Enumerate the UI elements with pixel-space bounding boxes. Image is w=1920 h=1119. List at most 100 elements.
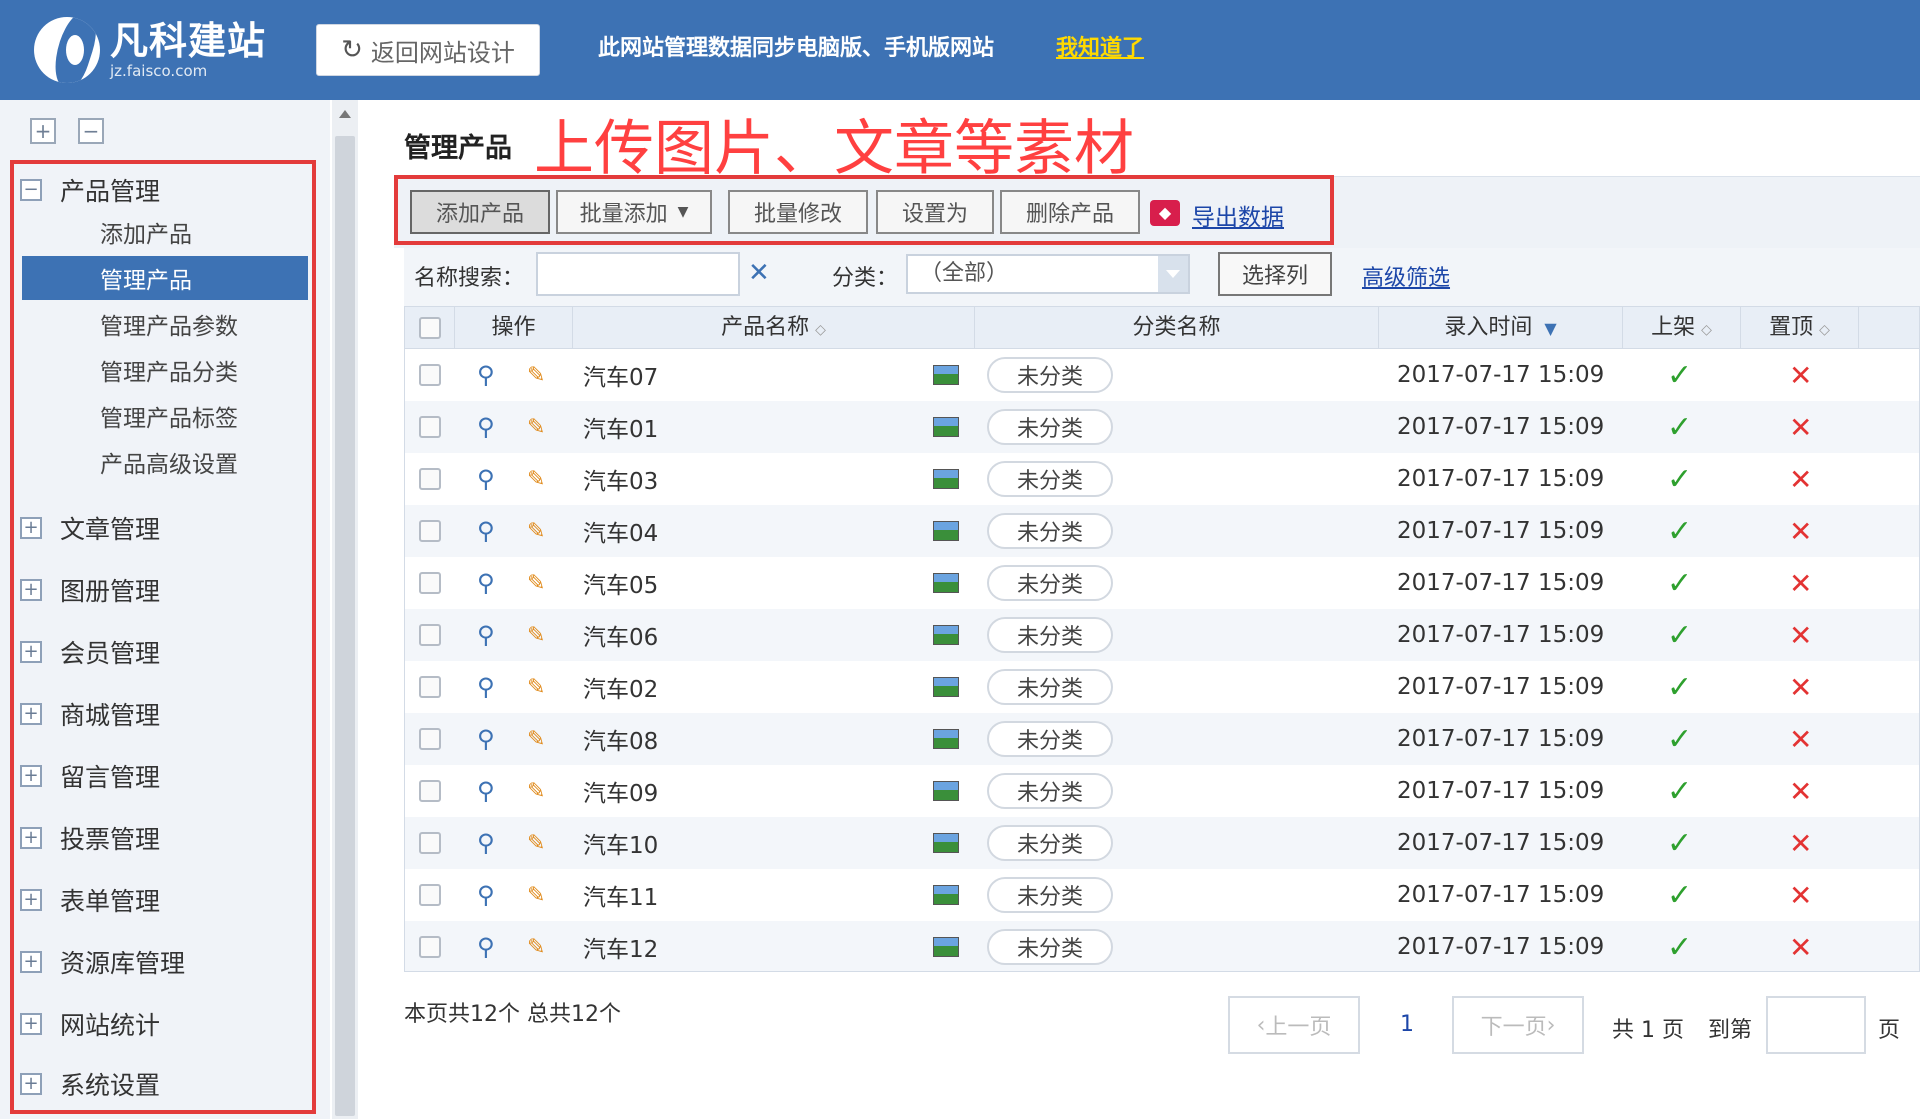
scroll-up-icon[interactable]	[339, 110, 351, 118]
sidebar-group-product[interactable]: − 产品管理	[20, 168, 160, 212]
expand-icon[interactable]: +	[20, 579, 42, 601]
chevron-down-icon[interactable]	[1158, 256, 1188, 292]
edit-icon[interactable]: ✎	[527, 831, 545, 856]
search-icon[interactable]: ⚲	[477, 725, 495, 753]
current-page[interactable]: 1	[1400, 1012, 1414, 1037]
batch-add-button[interactable]: 批量添加 ▼	[556, 190, 712, 234]
sidebar-group-article[interactable]: + 文章管理	[20, 506, 160, 550]
search-icon[interactable]: ⚲	[477, 673, 495, 701]
prev-page-button[interactable]: ‹ 上一页	[1228, 996, 1360, 1054]
sidebar-group-mall[interactable]: + 商城管理	[20, 692, 160, 736]
table-row[interactable]: ⚲ ✎ 汽车01 未分类 2017-07-17 15:09 ✓ ✕	[405, 401, 1919, 453]
header-time[interactable]: 录入时间 ▼	[1379, 307, 1623, 349]
row-checkbox[interactable]	[419, 780, 441, 802]
search-icon[interactable]: ⚲	[477, 413, 495, 441]
header-product-name[interactable]: 产品名称 ◇	[573, 307, 975, 349]
cross-icon[interactable]: ✕	[1789, 671, 1812, 704]
search-icon[interactable]: ⚲	[477, 465, 495, 493]
image-icon[interactable]	[933, 729, 959, 749]
next-page-button[interactable]: 下一页 ›	[1452, 996, 1584, 1054]
table-row[interactable]: ⚲ ✎ 汽车06 未分类 2017-07-17 15:09 ✓ ✕	[405, 609, 1919, 661]
edit-icon[interactable]: ✎	[527, 415, 545, 440]
edit-icon[interactable]: ✎	[527, 571, 545, 596]
back-to-design-button[interactable]: ↻ 返回网站设计	[316, 24, 540, 76]
expand-icon[interactable]: +	[20, 951, 42, 973]
set-as-button[interactable]: 设置为	[876, 190, 994, 234]
edit-icon[interactable]: ✎	[527, 519, 545, 544]
image-icon[interactable]	[933, 365, 959, 385]
product-name[interactable]: 汽车02	[583, 661, 658, 713]
category-pill[interactable]: 未分类	[987, 565, 1113, 601]
edit-icon[interactable]: ✎	[527, 675, 545, 700]
row-checkbox[interactable]	[419, 676, 441, 698]
category-pill[interactable]: 未分类	[987, 929, 1113, 965]
category-pill[interactable]: 未分类	[987, 409, 1113, 445]
table-row[interactable]: ⚲ ✎ 汽车12 未分类 2017-07-17 15:09 ✓ ✕	[405, 921, 1919, 971]
product-name[interactable]: 汽车01	[583, 401, 658, 453]
product-name[interactable]: 汽车06	[583, 609, 658, 661]
expand-all-icon[interactable]: +	[30, 118, 56, 144]
batch-edit-button[interactable]: 批量修改	[728, 190, 868, 234]
row-checkbox[interactable]	[419, 624, 441, 646]
product-name[interactable]: 汽车12	[583, 921, 658, 971]
check-icon[interactable]: ✓	[1667, 514, 1692, 549]
sidebar-group-settings[interactable]: + 系统设置	[20, 1062, 160, 1106]
category-select[interactable]: （全部）	[906, 254, 1190, 294]
check-icon[interactable]: ✓	[1667, 774, 1692, 809]
check-icon[interactable]: ✓	[1667, 462, 1692, 497]
expand-icon[interactable]: +	[20, 1013, 42, 1035]
cross-icon[interactable]: ✕	[1789, 827, 1812, 860]
edit-icon[interactable]: ✎	[527, 935, 545, 960]
expand-icon[interactable]: +	[20, 765, 42, 787]
image-icon[interactable]	[933, 521, 959, 541]
search-icon[interactable]: ⚲	[477, 517, 495, 545]
sidebar-group-album[interactable]: + 图册管理	[20, 568, 160, 612]
cross-icon[interactable]: ✕	[1789, 879, 1812, 912]
table-row[interactable]: ⚲ ✎ 汽车10 未分类 2017-07-17 15:09 ✓ ✕	[405, 817, 1919, 869]
category-pill[interactable]: 未分类	[987, 721, 1113, 757]
search-icon[interactable]: ⚲	[477, 933, 495, 961]
edit-icon[interactable]: ✎	[527, 727, 545, 752]
sidebar-item-manage-product[interactable]: 管理产品	[22, 256, 308, 300]
add-product-button[interactable]: 添加产品	[410, 190, 550, 234]
check-icon[interactable]: ✓	[1667, 670, 1692, 705]
sort-icon[interactable]: ◇	[1701, 322, 1712, 338]
search-icon[interactable]: ⚲	[477, 569, 495, 597]
check-icon[interactable]: ✓	[1667, 618, 1692, 653]
edit-icon[interactable]: ✎	[527, 623, 545, 648]
cross-icon[interactable]: ✕	[1789, 775, 1812, 808]
table-row[interactable]: ⚲ ✎ 汽车08 未分类 2017-07-17 15:09 ✓ ✕	[405, 713, 1919, 765]
check-icon[interactable]: ✓	[1667, 722, 1692, 757]
scroll-thumb[interactable]	[335, 136, 355, 1116]
product-name[interactable]: 汽车04	[583, 505, 658, 557]
sort-icon[interactable]: ◇	[1819, 322, 1830, 338]
category-pill[interactable]: 未分类	[987, 461, 1113, 497]
sidebar-item-product-categories[interactable]: 管理产品分类	[100, 350, 238, 390]
dismiss-notice-link[interactable]: 我知道了	[1056, 32, 1144, 66]
row-checkbox[interactable]	[419, 468, 441, 490]
table-row[interactable]: ⚲ ✎ 汽车09 未分类 2017-07-17 15:09 ✓ ✕	[405, 765, 1919, 817]
row-checkbox[interactable]	[419, 884, 441, 906]
image-icon[interactable]	[933, 937, 959, 957]
cross-icon[interactable]: ✕	[1789, 411, 1812, 444]
image-icon[interactable]	[933, 625, 959, 645]
export-data-link[interactable]: 导出数据	[1192, 198, 1284, 232]
search-icon[interactable]: ⚲	[477, 777, 495, 805]
product-name[interactable]: 汽车11	[583, 869, 658, 921]
category-pill[interactable]: 未分类	[987, 825, 1113, 861]
image-icon[interactable]	[933, 885, 959, 905]
row-checkbox[interactable]	[419, 364, 441, 386]
category-pill[interactable]: 未分类	[987, 877, 1113, 913]
sort-desc-icon[interactable]: ▼	[1544, 319, 1556, 338]
search-icon[interactable]: ⚲	[477, 361, 495, 389]
edit-icon[interactable]: ✎	[527, 467, 545, 492]
select-all-checkbox[interactable]	[418, 317, 441, 339]
search-icon[interactable]: ⚲	[477, 881, 495, 909]
search-icon[interactable]: ⚲	[477, 829, 495, 857]
table-row[interactable]: ⚲ ✎ 汽车07 未分类 2017-07-17 15:09 ✓ ✕	[405, 349, 1919, 401]
sidebar-group-stats[interactable]: + 网站统计	[20, 1002, 160, 1046]
brand-logo[interactable]: 凡科建站 jz.faisco.com	[34, 14, 266, 86]
edit-icon[interactable]: ✎	[527, 779, 545, 804]
sidebar-item-add-product[interactable]: 添加产品	[100, 212, 192, 252]
sidebar-group-message[interactable]: + 留言管理	[20, 754, 160, 798]
